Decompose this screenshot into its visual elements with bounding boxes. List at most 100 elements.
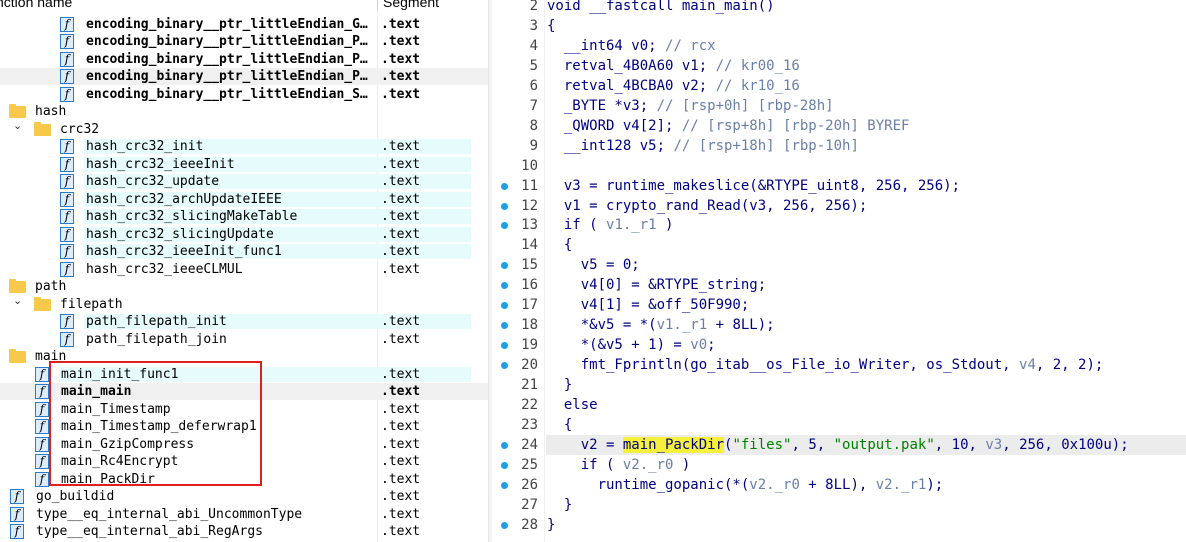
breakpoint-dot-icon[interactable] [501, 362, 508, 370]
function-row[interactable]: f path_filepath_init .text [0, 313, 488, 331]
code-line[interactable]: 27 } [492, 495, 1186, 515]
code-text: _QWORD v4[2]; // [rsp+8h] [rbp-20h] BYRE… [547, 116, 910, 136]
code-line[interactable]: 22 else [492, 395, 1186, 415]
function-row[interactable]: f hash_crc32_init .text [0, 138, 488, 156]
variable[interactable]: v0 [690, 337, 707, 353]
function-name: encoding_binary__ptr_littleEndian_P… [86, 34, 368, 49]
breakpoint-dot-icon[interactable] [501, 481, 508, 489]
variable[interactable]: v4 [1019, 357, 1036, 373]
code-token: v3 = runtime_makeslice(&RTYPE_uint8, 256… [547, 177, 961, 194]
annotation-box [49, 361, 262, 486]
code-token: _BYTE *v3; [547, 97, 657, 114]
folder-row[interactable]: path [0, 278, 488, 296]
code-line[interactable]: 2 void __fastcall main_main() [492, 0, 1186, 16]
variable[interactable]: v2._r1 [876, 477, 927, 493]
breakpoint-dot-icon[interactable] [501, 282, 508, 290]
function-row[interactable]: f encoding_binary__ptr_littleEndian_P… .te… [0, 68, 488, 86]
code-line[interactable]: 28} [492, 515, 1186, 535]
function-row[interactable]: f encoding_binary__ptr_littleEndian_P… .te… [0, 51, 488, 69]
variable[interactable]: v2._r0 [623, 457, 674, 473]
breakpoint-dot-icon[interactable] [501, 461, 508, 469]
function-row[interactable]: f hash_crc32_ieeeInit_func1 .text [0, 243, 488, 261]
code-token: { [547, 237, 573, 254]
folder-row[interactable]: hash [0, 103, 488, 121]
chevron-down-icon[interactable]: ⌄ [13, 117, 22, 134]
variable[interactable]: v1._r1 [657, 317, 708, 333]
function-row[interactable]: f hash_crc32_archUpdateIEEE .text [0, 191, 488, 209]
code-line[interactable]: 11 v3 = runtime_makeslice(&RTYPE_uint8, … [492, 176, 1186, 196]
function-row[interactable]: f encoding_binary__ptr_littleEndian_S… .te… [0, 86, 488, 104]
function-name: encoding_binary__ptr_littleEndian_S… [86, 86, 368, 102]
comment: // kr00_16 [715, 57, 800, 74]
code-line[interactable]: 5 retval_4B0A60 v1; // kr00_16 [492, 56, 1186, 76]
code-line[interactable]: 24 v2 = main_PackDir("files", 5, "output… [492, 434, 1186, 455]
column-header-name[interactable]: nction name [0, 0, 72, 10]
code-line[interactable]: 9 __int128 v5; // [rsp+18h] [rbp-10h] [492, 136, 1186, 156]
breakpoint-dot-icon[interactable] [501, 262, 508, 270]
code-line[interactable]: 15 v5 = 0; [492, 255, 1186, 275]
code-line[interactable]: 7 _BYTE *v3; // [rsp+0h] [rbp-28h] [492, 96, 1186, 116]
code-line[interactable]: 10 [492, 156, 1186, 176]
function-row[interactable]: f type__eq_internal_abi_RegArgs .text [0, 523, 488, 541]
line-number: 4 [529, 37, 538, 54]
segment-cell: .text [381, 191, 421, 207]
line-number: 16 [521, 277, 538, 294]
code-line[interactable]: 13 if ( v1._r1 ) [492, 215, 1186, 235]
function-name: hash_crc32_ieeeInit [86, 156, 235, 172]
highlighted-identifier[interactable]: main_PackDir [622, 436, 725, 453]
line-number: 28 [521, 516, 538, 533]
segment-cell: .text [381, 226, 421, 242]
code-line[interactable]: 6 retval_4BCBA0 v2; // kr10_16 [492, 76, 1186, 96]
code-token: { [547, 17, 556, 34]
code-text: *&v5 = *(v1._r1 + 8LL); [547, 315, 775, 335]
variable[interactable]: v2._r0 [749, 477, 800, 493]
breakpoint-dot-icon[interactable] [501, 222, 508, 230]
code-line[interactable]: 4 __int64 v0; // rcx [492, 36, 1186, 56]
code-line[interactable]: 16 v4[0] = &RTYPE_string; [492, 275, 1186, 295]
function-row[interactable]: f hash_crc32_ieeeCLMUL .text [0, 261, 488, 279]
function-row[interactable]: f hash_crc32_slicingUpdate .text [0, 226, 488, 244]
code-line[interactable]: 26 runtime_gopanic(*(v2._r0 + 8LL), v2._… [492, 475, 1186, 495]
code-line[interactable]: 8 _QWORD v4[2]; // [rsp+8h] [rbp-20h] BY… [492, 116, 1186, 136]
function-icon: f [10, 506, 24, 522]
code-line[interactable]: 21 } [492, 375, 1186, 395]
code-line[interactable]: 23 { [492, 415, 1186, 435]
column-separator[interactable] [377, 0, 378, 10]
code-token: v4[1] = &off_50F990; [547, 297, 750, 314]
function-row[interactable]: f path_filepath_join .text [0, 331, 488, 349]
code-line[interactable]: 14 { [492, 235, 1186, 255]
breakpoint-dot-icon[interactable] [501, 302, 508, 310]
breakpoint-dot-icon[interactable] [501, 202, 508, 210]
line-number: 8 [529, 117, 538, 134]
breakpoint-dot-icon[interactable] [501, 521, 508, 529]
folder-row[interactable]: ⌄ filepath [0, 294, 488, 314]
function-row[interactable]: f hash_crc32_ieeeInit .text [0, 156, 488, 174]
code-line[interactable]: 19 *(&v5 + 1) = v0; [492, 335, 1186, 355]
breakpoint-dot-icon[interactable] [501, 342, 508, 350]
code-line[interactable]: 17 v4[1] = &off_50F990; [492, 295, 1186, 315]
function-row[interactable]: f hash_crc32_update .text [0, 173, 488, 191]
function-icon: f [35, 401, 49, 417]
function-row[interactable]: f encoding_binary__ptr_littleEndian_P… .te… [0, 33, 488, 51]
code-line[interactable]: 3{ [492, 16, 1186, 36]
variable[interactable]: v1._r1 [606, 217, 657, 233]
function-row[interactable]: f hash_crc32_slicingMakeTable .text [0, 208, 488, 226]
chevron-down-icon[interactable]: ⌄ [13, 292, 22, 309]
breakpoint-dot-icon[interactable] [501, 322, 508, 330]
segment-cell: .text [381, 331, 421, 347]
function-row[interactable]: f encoding_binary__ptr_littleEndian_G… .te… [0, 16, 488, 34]
code-line[interactable]: 20 fmt_Fprintln(go_itab__os_File_io_Writ… [492, 355, 1186, 375]
function-icon: f [60, 314, 74, 329]
column-header-segment[interactable]: Segment [383, 0, 439, 10]
variable[interactable]: v3 [985, 437, 1002, 453]
function-row[interactable]: f go_buildid .text [0, 488, 488, 506]
code-token: ) [656, 217, 674, 234]
code-line[interactable]: 12 v1 = crypto_rand_Read(v3, 256, 256); [492, 196, 1186, 216]
code-line[interactable]: 18 *&v5 = *(v1._r1 + 8LL); [492, 315, 1186, 335]
function-row[interactable]: f type__eq_internal_abi_UncommonType .text [0, 506, 488, 524]
breakpoint-dot-icon[interactable] [501, 441, 508, 449]
code-line[interactable]: 25 if ( v2._r0 ) [492, 455, 1186, 475]
folder-row[interactable]: ⌄ crc32 [0, 119, 488, 139]
folder-icon [34, 296, 51, 311]
breakpoint-dot-icon[interactable] [501, 182, 508, 190]
